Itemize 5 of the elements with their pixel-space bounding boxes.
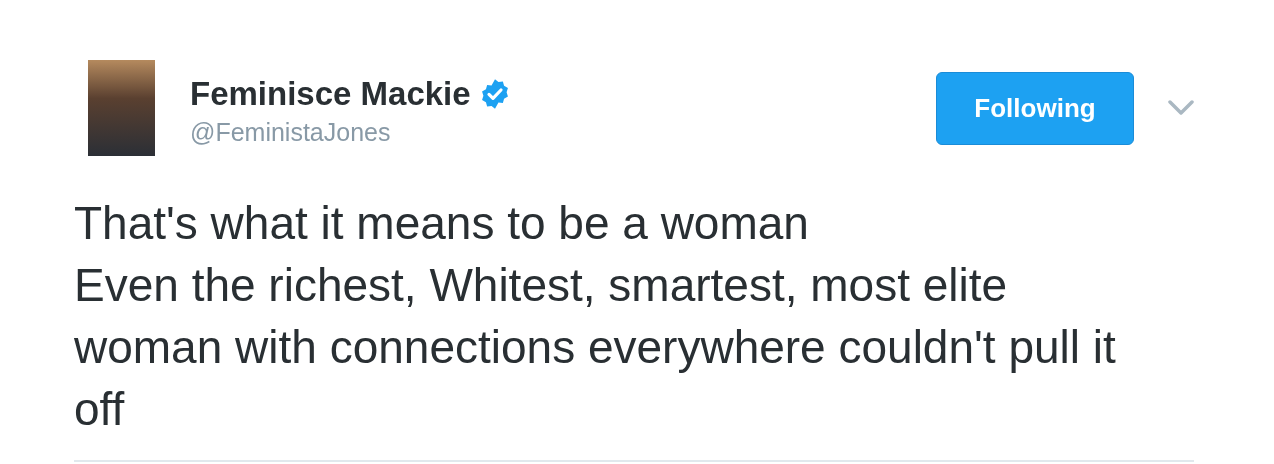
user-handle[interactable]: @FeministaJones	[190, 116, 511, 148]
following-button[interactable]: Following	[936, 72, 1134, 145]
tweet-text: That's what it means to be a woman Even the richest, Whitest, smartest, most elite woman with connections everywhere couldn't pull it off	[74, 196, 1117, 437]
display-name[interactable]: Feminisce Mackie	[190, 74, 471, 114]
avatar-photo-placeholder[interactable]	[88, 60, 155, 156]
